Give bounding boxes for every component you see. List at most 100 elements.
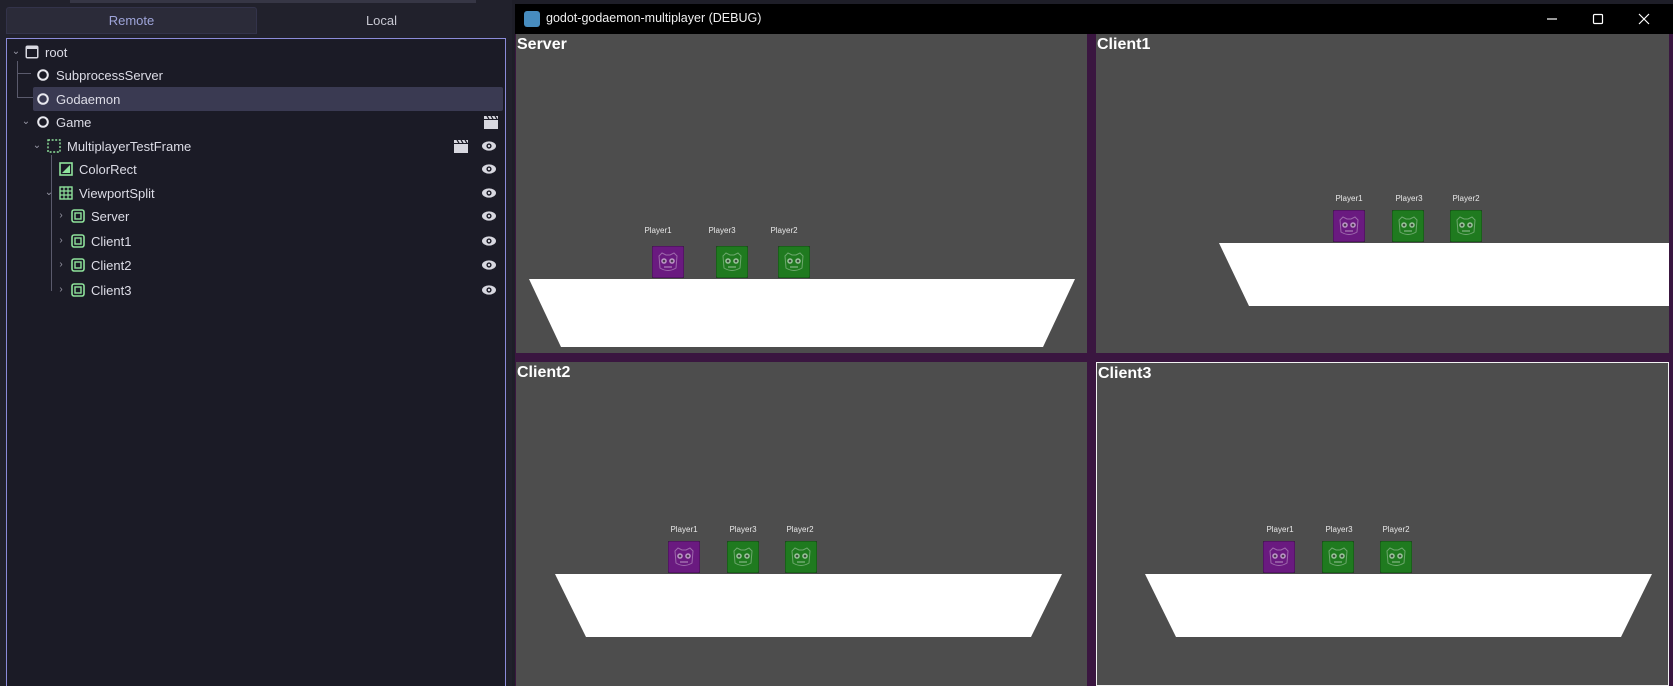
window-titlebar[interactable]: godot-godaemon-multiplayer (DEBUG) — [515, 4, 1673, 34]
player-name: Player3 — [1325, 525, 1353, 534]
chevron-down-icon[interactable]: ⌄ — [44, 188, 54, 198]
player1-sprite — [1262, 540, 1296, 574]
tree-row-client2[interactable]: › Client2 — [7, 253, 505, 277]
tab-local[interactable]: Local — [257, 7, 506, 34]
maximize-icon — [1592, 13, 1604, 25]
viewport-label: Server — [517, 36, 567, 53]
viewport-client2[interactable]: Client2 Player1 Player3 Player2 — [516, 362, 1087, 686]
visibility-eye-icon[interactable] — [481, 233, 497, 249]
player-name: Player3 — [729, 525, 757, 534]
clapperboard-icon[interactable] — [483, 114, 499, 130]
viewport-label: Client1 — [1097, 36, 1151, 53]
tree-row-viewportsplit[interactable]: ⌄ ViewportSplit — [7, 181, 505, 205]
tree-label: ColorRect — [79, 161, 137, 177]
game-window: godot-godaemon-multiplayer (DEBUG) Serve… — [515, 4, 1673, 686]
viewport-server[interactable]: Server Player1 Player3 Player2 — [516, 34, 1087, 353]
godot-app-icon — [524, 11, 540, 27]
tree-row-subprocessserver[interactable]: SubprocessServer — [7, 63, 505, 87]
tree-row-root[interactable]: ⌄ root — [7, 40, 505, 64]
platform — [1145, 574, 1652, 637]
tree-row-game[interactable]: ⌄ Game — [7, 110, 505, 134]
player2-sprite — [777, 245, 811, 279]
viewport-client1[interactable]: Client1 Player1 Player3 Player2 — [1096, 34, 1669, 353]
visibility-eye-icon[interactable] — [481, 161, 497, 177]
player1-sprite — [667, 540, 701, 574]
player-name: Player2 — [1382, 525, 1410, 534]
subviewport-icon — [71, 209, 85, 223]
player2-sprite — [1379, 540, 1413, 574]
player1-sprite — [1332, 209, 1366, 243]
player3-sprite — [1391, 209, 1425, 243]
viewport-label: Client3 — [1098, 365, 1152, 382]
viewport-label: Client2 — [517, 364, 571, 381]
dock-scrollbar[interactable] — [70, 0, 476, 3]
colorrect-icon — [59, 162, 73, 176]
tree-row-client1[interactable]: › Client1 — [7, 229, 505, 253]
control-icon — [47, 139, 61, 153]
tree-row-multiplayertestframe[interactable]: ⌄ MultiplayerTestFrame — [7, 134, 505, 158]
player-name: Player2 — [770, 226, 798, 235]
visibility-eye-icon[interactable] — [481, 138, 497, 154]
chevron-right-icon[interactable]: › — [56, 285, 66, 295]
subviewport-icon — [71, 258, 85, 272]
chevron-down-icon[interactable]: ⌄ — [21, 117, 31, 127]
tree-label: Client2 — [91, 257, 132, 273]
chevron-down-icon[interactable]: ⌄ — [32, 141, 42, 151]
tree-tabs: Remote Local — [6, 7, 506, 34]
chevron-right-icon[interactable]: › — [56, 236, 66, 246]
player-name: Player1 — [644, 226, 672, 235]
node-icon — [37, 69, 49, 81]
maximize-button[interactable] — [1575, 4, 1621, 34]
player-name: Player3 — [708, 226, 736, 235]
player3-sprite — [726, 540, 760, 574]
tree-label: Client1 — [91, 233, 132, 249]
player3-sprite — [1321, 540, 1355, 574]
viewport-client3[interactable]: Client3 Player1 Player3 Player2 — [1096, 362, 1669, 686]
tree-label: root — [45, 44, 68, 60]
subviewport-icon — [71, 283, 85, 297]
player2-sprite — [784, 540, 818, 574]
tree-label: Server — [91, 208, 130, 224]
visibility-eye-icon[interactable] — [481, 282, 497, 298]
tree-row-client3[interactable]: › Client3 — [7, 278, 505, 302]
player-name: Player2 — [1452, 194, 1480, 203]
minimize-button[interactable] — [1529, 4, 1575, 34]
chevron-down-icon[interactable]: ⌄ — [11, 47, 21, 57]
visibility-eye-icon[interactable] — [481, 208, 497, 224]
tab-remote[interactable]: Remote — [6, 7, 257, 34]
chevron-right-icon[interactable]: › — [56, 260, 66, 270]
player-name: Player3 — [1395, 194, 1423, 203]
visibility-eye-icon[interactable] — [481, 185, 497, 201]
node-icon — [37, 116, 49, 128]
close-icon — [1638, 13, 1650, 25]
player-name: Player1 — [1266, 525, 1294, 534]
tree-label: Godaemon — [56, 91, 121, 107]
chevron-right-icon[interactable]: › — [56, 211, 66, 221]
tree-label: SubprocessServer — [56, 67, 163, 83]
close-button[interactable] — [1621, 4, 1667, 34]
platform — [555, 574, 1062, 637]
window-title: godot-godaemon-multiplayer (DEBUG) — [546, 11, 762, 25]
tree-row-server[interactable]: › Server — [7, 204, 505, 228]
player2-sprite — [1449, 209, 1483, 243]
tree-label: Game — [56, 114, 92, 130]
player3-sprite — [715, 245, 749, 279]
minimize-icon — [1547, 18, 1557, 20]
subviewport-icon — [71, 234, 85, 248]
visibility-eye-icon[interactable] — [481, 257, 497, 273]
tree-row-godaemon[interactable]: Godaemon — [33, 87, 503, 111]
scene-tree: ⌄ root SubprocessServer Godaemon ⌄ Game … — [6, 38, 506, 686]
node-icon — [37, 93, 49, 105]
tree-label: MultiplayerTestFrame — [67, 138, 192, 154]
player-name: Player1 — [1335, 194, 1363, 203]
tree-label: Client3 — [91, 282, 132, 298]
player-name: Player2 — [786, 525, 814, 534]
app: Remote Local ⌄ root SubprocessServer God… — [0, 0, 1673, 686]
tree-row-colorrect[interactable]: ColorRect — [7, 157, 505, 181]
player-name: Player1 — [670, 525, 698, 534]
clapperboard-icon[interactable] — [453, 138, 469, 154]
platform — [1219, 243, 1669, 306]
window-icon — [25, 45, 39, 59]
tree-label: ViewportSplit — [79, 185, 155, 201]
player1-sprite — [651, 245, 685, 279]
